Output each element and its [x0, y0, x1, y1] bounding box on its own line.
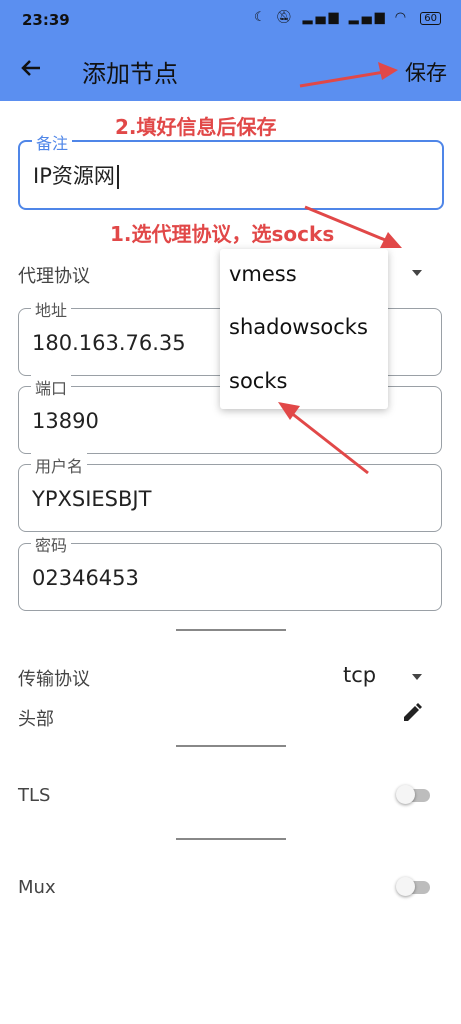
header-label: 头部 — [18, 709, 54, 730]
menu-item-shadowsocks[interactable]: shadowsocks — [229, 315, 368, 339]
address-value: 180.163.76.35 — [32, 331, 186, 355]
menu-item-socks[interactable]: socks — [229, 369, 287, 393]
remarks-field[interactable]: 备注 IP资源网 — [18, 130, 444, 210]
username-field[interactable]: 用户名 YPXSIESBJT — [18, 453, 442, 532]
section-divider — [176, 629, 286, 631]
save-button[interactable]: 保存 — [405, 57, 447, 87]
remarks-value: IP资源网 — [33, 164, 115, 188]
transport-dropdown-icon[interactable] — [412, 674, 422, 680]
back-arrow-icon[interactable] — [20, 57, 42, 83]
username-value: YPXSIESBJT — [32, 487, 152, 511]
tls-toggle[interactable] — [396, 785, 432, 804]
password-label: 密码 — [31, 532, 72, 556]
password-value: 02346453 — [32, 566, 139, 590]
address-label: 地址 — [31, 297, 72, 321]
remarks-label: 备注 — [32, 130, 73, 154]
username-label: 用户名 — [31, 453, 88, 477]
bell-off-icon: 🔕︎ — [275, 10, 296, 25]
arrow-head-dropdown — [380, 232, 402, 248]
port-label: 端口 — [31, 375, 72, 399]
signal-icon-2: ▂▄▆ — [348, 10, 388, 25]
protocol-dropdown-icon[interactable] — [412, 270, 422, 276]
battery-icon: 60 — [420, 12, 441, 25]
mux-toggle[interactable] — [396, 877, 432, 896]
mux-label: Mux — [18, 877, 56, 898]
status-bar: 23:39 ☾ 🔕︎ ▂▄▆ ▂▄▆ ◠ 60 — [0, 0, 461, 40]
section-divider-2 — [176, 745, 286, 747]
protocol-label: 代理协议 — [18, 266, 90, 287]
port-value: 13890 — [32, 409, 99, 433]
annotation-step2: 2.填好信息后保存 — [115, 115, 277, 139]
annotation-step1: 1.选代理协议，选socks — [110, 222, 335, 246]
transport-value[interactable]: tcp — [343, 663, 376, 687]
app-bar: 23:39 ☾ 🔕︎ ▂▄▆ ▂▄▆ ◠ 60 添加节点 保存 — [0, 0, 461, 101]
transport-label: 传输协议 — [18, 669, 90, 690]
signal-icon: ▂▄▆ — [302, 10, 342, 25]
status-time: 23:39 — [22, 11, 70, 29]
wifi-icon: ◠ — [394, 10, 410, 25]
moon-icon: ☾ — [254, 10, 269, 25]
menu-item-vmess[interactable]: vmess — [229, 262, 297, 286]
status-icons: ☾ 🔕︎ ▂▄▆ ▂▄▆ ◠ 60 — [254, 10, 441, 25]
tls-label: TLS — [18, 785, 51, 806]
section-divider-3 — [176, 838, 286, 840]
edit-pencil-icon[interactable] — [401, 702, 423, 728]
protocol-dropdown-menu: vmess shadowsocks socks — [220, 249, 388, 409]
text-cursor — [116, 165, 119, 189]
page-title: 添加节点 — [82, 60, 178, 88]
password-field[interactable]: 密码 02346453 — [18, 532, 442, 611]
